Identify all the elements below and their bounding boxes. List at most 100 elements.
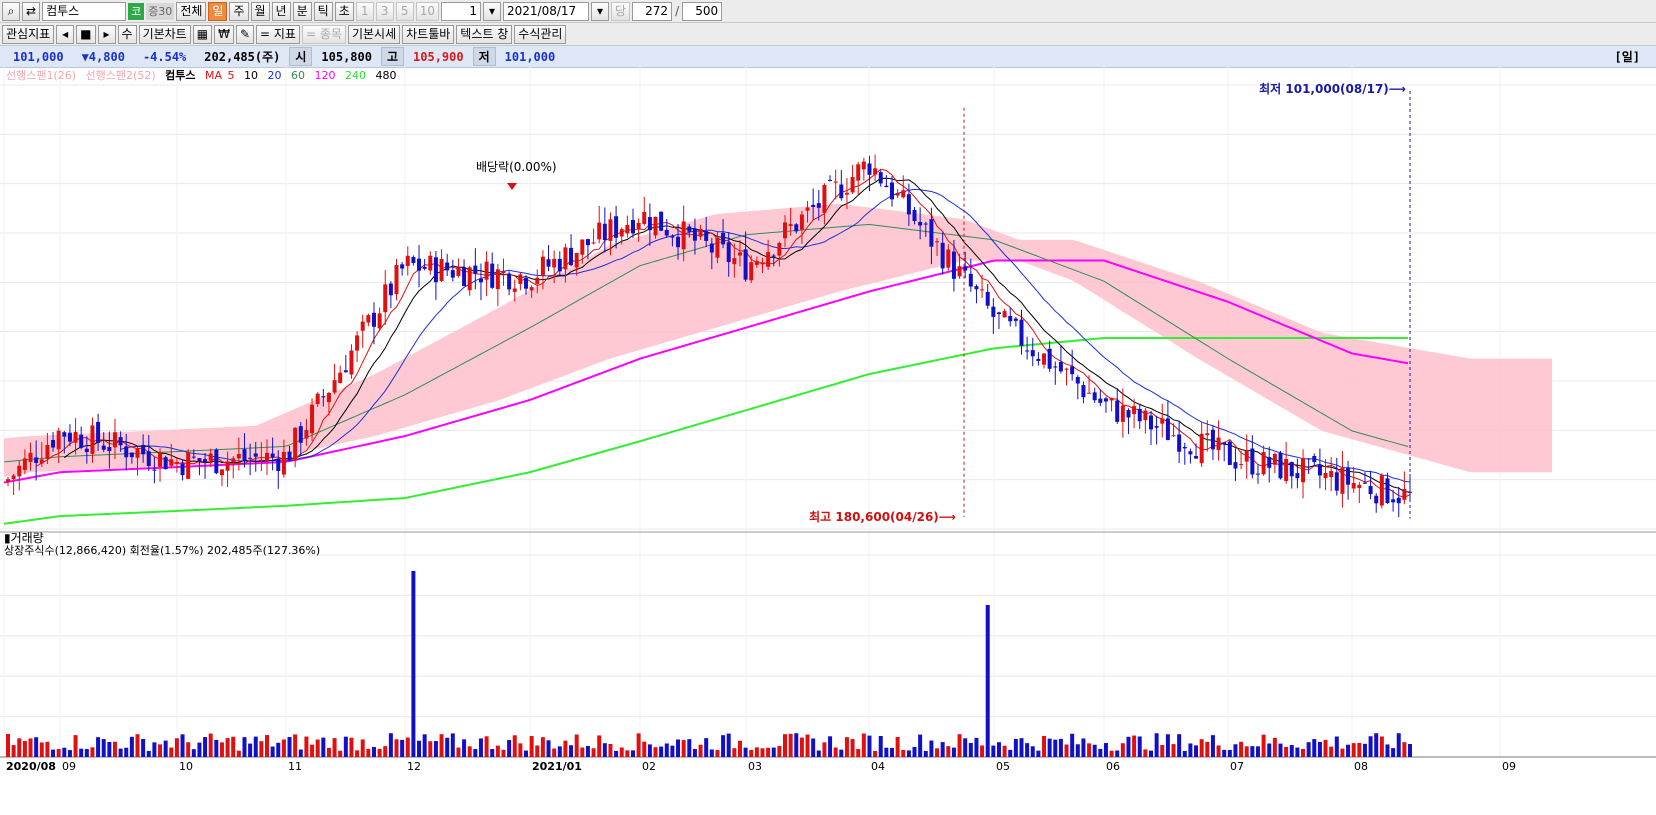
volume-bar: [580, 747, 585, 757]
candle-body: [676, 236, 681, 248]
volume-bar: [681, 740, 686, 757]
candle-body: [698, 229, 703, 237]
stock-name-input[interactable]: 컴투스: [42, 1, 127, 21]
volume-bar: [518, 743, 523, 757]
candle-body: [383, 284, 388, 313]
candle-body: [1030, 350, 1035, 357]
candle-body: [1148, 415, 1153, 430]
candle-body: [428, 255, 433, 271]
calendar-dropdown-icon[interactable]: ▾: [591, 1, 610, 21]
candle-body: [766, 252, 771, 267]
period-month-button[interactable]: 월: [250, 1, 270, 21]
volume-bar: [174, 738, 179, 757]
period-tick-button[interactable]: 틱: [313, 1, 333, 21]
volume-bar: [676, 739, 681, 757]
volume-bar: [918, 734, 923, 757]
search-icon[interactable]: ⌕: [2, 1, 20, 21]
candle-body: [889, 182, 894, 200]
period-second-button[interactable]: 초: [334, 1, 354, 21]
volume-bar: [1098, 748, 1103, 757]
candle-body: [653, 216, 658, 236]
volume-bar: [1160, 745, 1165, 757]
count-input[interactable]: 272: [632, 1, 673, 21]
interval-10-button[interactable]: 10: [415, 1, 440, 21]
candle-body: [321, 396, 326, 398]
candle-body: [1233, 462, 1238, 469]
candle-body: [1154, 426, 1159, 428]
candle-body: [1301, 458, 1306, 483]
candle-body: [197, 458, 202, 462]
volume-bar: [304, 736, 309, 757]
period-year-button[interactable]: 년: [271, 1, 291, 21]
volume-bar: [760, 748, 765, 757]
volume-bar: [653, 747, 658, 757]
period-week-button[interactable]: 주: [229, 1, 249, 21]
volume-bar: [619, 747, 624, 757]
volume-bar: [84, 749, 89, 757]
date-input[interactable]: 2021/08/17: [503, 1, 590, 21]
won-button[interactable]: ₩: [214, 24, 234, 44]
candle-body: [28, 452, 33, 462]
candle-body: [1329, 471, 1334, 478]
chevron-down-icon[interactable]: ▾: [483, 1, 502, 21]
candle-body: [158, 452, 163, 467]
formula-manage-button[interactable]: 수식관리: [514, 24, 567, 44]
basic-chart-button[interactable]: 기본차트: [138, 24, 191, 44]
refresh-icon[interactable]: ⇄: [22, 1, 41, 21]
interval-1-button[interactable]: 1: [355, 1, 374, 21]
volume-bar: [495, 745, 500, 757]
candle-body: [625, 224, 630, 234]
volume-bar: [715, 749, 720, 757]
candle-body: [524, 278, 529, 289]
wrench-icon[interactable]: ✎: [235, 24, 255, 44]
volume-bar: [186, 742, 191, 757]
candle-body: [501, 270, 506, 274]
volume-bar: [1042, 735, 1047, 757]
stop-icon[interactable]: ■: [76, 24, 96, 44]
basic-price-button[interactable]: 기본시세: [347, 24, 401, 44]
chart-toolbar-button[interactable]: 차트툴바: [402, 24, 455, 44]
volume-bar: [456, 747, 461, 757]
volume-bar: [968, 742, 973, 757]
volume-bar: [1070, 733, 1075, 757]
current-button[interactable]: 당: [611, 1, 631, 21]
candle-body: [242, 449, 247, 460]
volume-bar: [501, 749, 506, 757]
chart-area[interactable]: 최고 180,600(04/26)⟶ 최저 101,000(08/17)⟶ 배당락(…: [0, 67, 1656, 815]
x-tick-label: 09: [62, 760, 76, 773]
candle-body: [1205, 433, 1210, 436]
candle-body: [417, 258, 422, 271]
interval-input[interactable]: 1: [441, 1, 482, 21]
favorite-indicator-button[interactable]: 관심지표: [2, 24, 55, 44]
scroll-left-icon[interactable]: ◂: [56, 24, 75, 44]
period-minute-button[interactable]: 분: [292, 1, 312, 21]
x-tick-label: 04: [871, 760, 885, 773]
volume-bar: [1267, 743, 1272, 757]
candle-body: [1165, 418, 1170, 441]
interval-5-button[interactable]: 5: [395, 1, 414, 21]
volume-bar: [22, 740, 27, 757]
volume-bar: [51, 749, 56, 757]
volume-bar: [411, 571, 416, 757]
period-all-button[interactable]: 전체: [176, 1, 207, 21]
volume-bar: [1289, 745, 1294, 757]
amount-button[interactable]: 수: [117, 24, 137, 44]
text-window-button[interactable]: 텍스트 창: [456, 24, 513, 44]
add-item-button[interactable]: = 종목: [301, 24, 346, 44]
volume-bar: [1301, 748, 1306, 757]
period-day-button[interactable]: 일: [208, 1, 228, 21]
scroll-right-icon[interactable]: ▸: [97, 24, 116, 44]
volume-bar: [1295, 747, 1300, 757]
candle-body: [861, 161, 866, 170]
price-volume-chart[interactable]: 최고 180,600(04/26)⟶ 최저 101,000(08/17)⟶ 배당락(…: [0, 67, 1656, 815]
add-indicator-button[interactable]: = 지표: [256, 24, 300, 44]
total-input[interactable]: 500: [682, 1, 723, 21]
candle-body: [180, 463, 185, 476]
grid-icon[interactable]: ▦: [192, 24, 213, 44]
candle-body: [856, 164, 861, 181]
candle-body: [1323, 473, 1328, 479]
volume-bar: [225, 738, 230, 757]
volume-bar: [388, 733, 393, 757]
interval-3-button[interactable]: 3: [375, 1, 394, 21]
candle-body: [219, 469, 224, 476]
